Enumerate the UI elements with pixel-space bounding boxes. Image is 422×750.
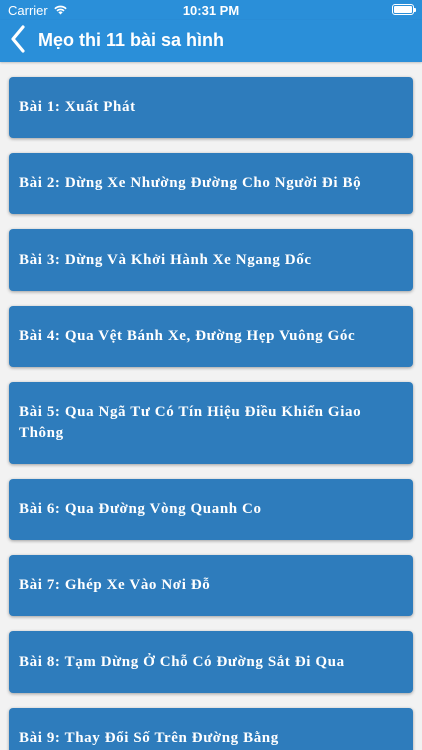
lesson-item-7[interactable]: Bài 7: Ghép Xe Vào Nơi Đỗ	[9, 555, 413, 616]
battery-icon	[392, 4, 416, 15]
page-title: Mẹo thi 11 bài sa hình	[38, 30, 225, 50]
chevron-left-icon	[10, 24, 26, 58]
lesson-item-1[interactable]: Bài 1: Xuất Phát	[9, 77, 413, 138]
clock: 10:31 PM	[182, 3, 240, 18]
lesson-label: Bài 7: Ghép Xe Vào Nơi Đỗ	[19, 577, 211, 593]
lesson-item-4[interactable]: Bài 4: Qua Vệt Bánh Xe, Đường Hẹp Vuông …	[9, 306, 413, 367]
status-bar: Carrier 10:31 PM	[0, 0, 422, 20]
lesson-label: Bài 9: Thay Đổi Số Trên Đường Bằng	[19, 730, 279, 746]
lesson-label: Bài 4: Qua Vệt Bánh Xe, Đường Hẹp Vuông …	[19, 328, 356, 344]
navigation-bar: Mẹo thi 11 bài sa hình	[0, 20, 422, 62]
lesson-label: Bài 2: Dừng Xe Nhường Đường Cho Người Đi…	[19, 175, 362, 191]
lesson-list[interactable]: Bài 1: Xuất Phát Bài 2: Dừng Xe Nhường Đ…	[0, 62, 422, 750]
lesson-label: Bài 1: Xuất Phát	[19, 99, 136, 115]
lesson-label: Bài 5: Qua Ngã Tư Có Tín Hiệu Điều Khiển…	[19, 404, 362, 441]
lesson-label: Bài 8: Tạm Dừng Ở Chỗ Có Đường Sắt Đi Qu…	[19, 653, 345, 670]
lesson-item-8[interactable]: Bài 8: Tạm Dừng Ở Chỗ Có Đường Sắt Đi Qu…	[9, 631, 413, 693]
lesson-item-9[interactable]: Bài 9: Thay Đổi Số Trên Đường Bằng	[9, 708, 413, 750]
lesson-item-5[interactable]: Bài 5: Qua Ngã Tư Có Tín Hiệu Điều Khiển…	[9, 382, 413, 464]
lesson-item-6[interactable]: Bài 6: Qua Đường Vòng Quanh Co	[9, 479, 413, 540]
lesson-label: Bài 3: Dừng Và Khởi Hành Xe Ngang Dốc	[19, 251, 312, 268]
lesson-label: Bài 6: Qua Đường Vòng Quanh Co	[19, 501, 262, 517]
back-button[interactable]	[4, 24, 32, 58]
lesson-item-2[interactable]: Bài 2: Dừng Xe Nhường Đường Cho Người Đi…	[9, 153, 413, 214]
lesson-item-3[interactable]: Bài 3: Dừng Và Khởi Hành Xe Ngang Dốc	[9, 229, 413, 291]
